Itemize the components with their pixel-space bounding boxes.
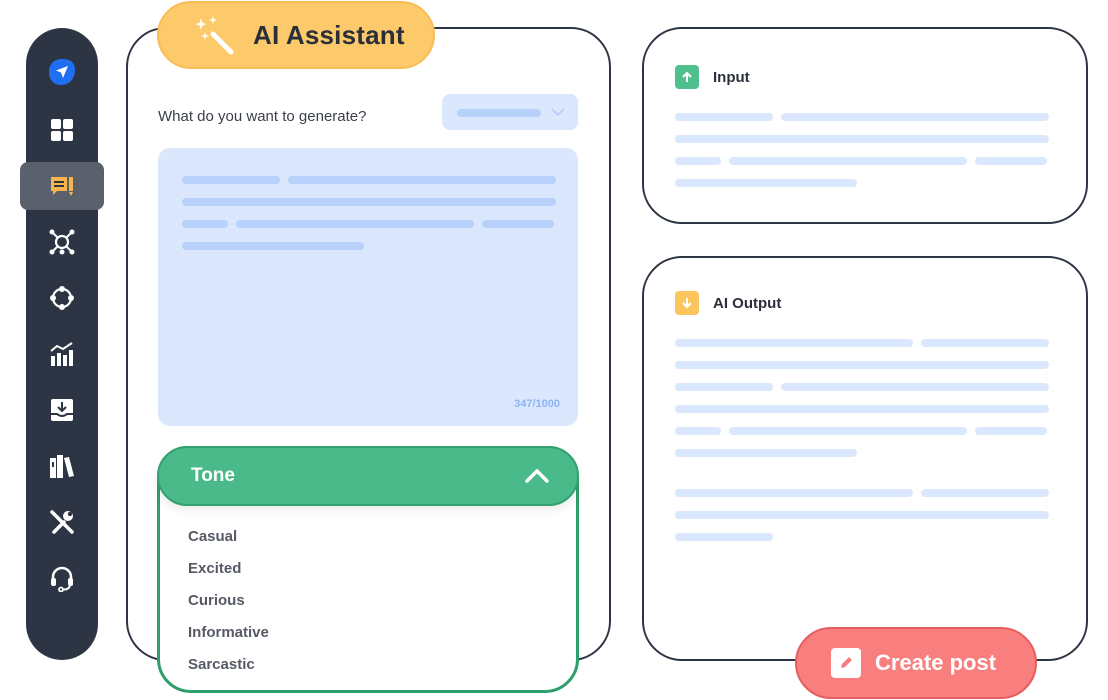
text-skeleton-line bbox=[182, 220, 228, 228]
ai-assistant-title-pill: AI Assistant bbox=[157, 1, 435, 69]
text-skeleton-line bbox=[675, 405, 1049, 413]
library-icon bbox=[50, 455, 74, 478]
text-skeleton-line bbox=[921, 489, 1049, 497]
sidebar-item-tools[interactable] bbox=[26, 498, 98, 546]
ai-compose-icon bbox=[51, 177, 73, 196]
chevron-up-icon bbox=[525, 469, 549, 483]
character-counter: 347/1000 bbox=[514, 398, 560, 410]
magic-wand-icon bbox=[195, 16, 234, 55]
text-skeleton-line bbox=[729, 427, 967, 435]
tone-option-excited[interactable]: Excited bbox=[188, 560, 241, 577]
ai-output-card: AI Output bbox=[642, 256, 1088, 661]
tone-option-casual[interactable]: Casual bbox=[188, 528, 237, 545]
create-post-label: Create post bbox=[875, 650, 997, 675]
text-skeleton-line bbox=[781, 113, 1049, 121]
network-icon bbox=[49, 229, 75, 255]
download-arrow-icon bbox=[675, 291, 699, 315]
upload-arrow-icon bbox=[675, 65, 699, 89]
support-headset-icon bbox=[51, 566, 73, 592]
text-skeleton-line bbox=[921, 339, 1049, 347]
tone-option-informative[interactable]: Informative bbox=[188, 624, 269, 641]
prompt-textarea[interactable]: 347/1000 bbox=[158, 148, 578, 426]
sidebar-item-inbox[interactable] bbox=[26, 386, 98, 434]
create-post-button[interactable]: Create post bbox=[795, 627, 1037, 699]
tone-label: Tone bbox=[191, 465, 235, 486]
page-title: AI Assistant bbox=[253, 19, 405, 50]
output-card-header: AI Output bbox=[675, 291, 781, 315]
text-skeleton-line bbox=[182, 242, 364, 250]
text-skeleton-line bbox=[675, 157, 721, 165]
connections-icon bbox=[50, 286, 74, 310]
input-card: Input bbox=[642, 27, 1088, 224]
tone-dropdown-toggle[interactable]: Tone bbox=[157, 446, 579, 506]
input-card-title: Input bbox=[713, 68, 750, 86]
text-skeleton-line bbox=[675, 113, 773, 121]
inbox-download-icon bbox=[51, 399, 73, 421]
sidebar-item-connections[interactable] bbox=[26, 274, 98, 322]
analytics-icon bbox=[50, 342, 73, 366]
generate-type-select[interactable] bbox=[442, 94, 578, 130]
sidebar-item-library[interactable] bbox=[26, 442, 98, 490]
text-skeleton-line bbox=[675, 427, 721, 435]
sidebar-item-analytics[interactable] bbox=[26, 330, 98, 378]
chevron-down-icon bbox=[551, 108, 565, 117]
sidebar-item-support[interactable] bbox=[26, 554, 98, 602]
select-value-placeholder bbox=[457, 109, 541, 117]
text-skeleton-line bbox=[675, 533, 773, 541]
text-skeleton-line bbox=[482, 220, 554, 228]
tone-dropdown: Tone Casual Excited Curious Informative … bbox=[157, 446, 579, 693]
generate-type-label: What do you want to generate? bbox=[158, 108, 367, 125]
text-skeleton-line bbox=[675, 179, 857, 187]
input-card-header: Input bbox=[675, 65, 750, 89]
text-skeleton-line bbox=[781, 383, 1049, 391]
text-skeleton-line bbox=[975, 157, 1047, 165]
text-skeleton-line bbox=[675, 489, 913, 497]
text-skeleton-line bbox=[675, 449, 857, 457]
sidebar-item-ai-compose[interactable] bbox=[20, 162, 104, 210]
text-skeleton-line bbox=[675, 511, 1049, 519]
edit-pencil-icon bbox=[831, 648, 861, 678]
tone-option-sarcastic[interactable]: Sarcastic bbox=[188, 656, 255, 673]
send-icon bbox=[49, 59, 75, 85]
dashboard-icon bbox=[51, 119, 73, 141]
sidebar bbox=[20, 28, 104, 660]
text-skeleton-line bbox=[729, 157, 967, 165]
text-skeleton-line bbox=[236, 220, 474, 228]
text-skeleton-line bbox=[675, 135, 1049, 143]
sidebar-item-send[interactable] bbox=[26, 48, 98, 96]
text-skeleton-line bbox=[182, 198, 556, 206]
tone-option-curious[interactable]: Curious bbox=[188, 592, 245, 609]
text-skeleton-line bbox=[288, 176, 556, 184]
sidebar-item-dashboard[interactable] bbox=[26, 106, 98, 154]
tools-icon bbox=[50, 510, 74, 534]
text-skeleton-line bbox=[675, 361, 1049, 369]
text-skeleton-line bbox=[975, 427, 1047, 435]
output-card-title: AI Output bbox=[713, 294, 782, 312]
text-skeleton-line bbox=[675, 339, 913, 347]
text-skeleton-line bbox=[182, 176, 280, 184]
text-skeleton-line bbox=[675, 383, 773, 391]
sidebar-item-network[interactable] bbox=[26, 218, 98, 266]
